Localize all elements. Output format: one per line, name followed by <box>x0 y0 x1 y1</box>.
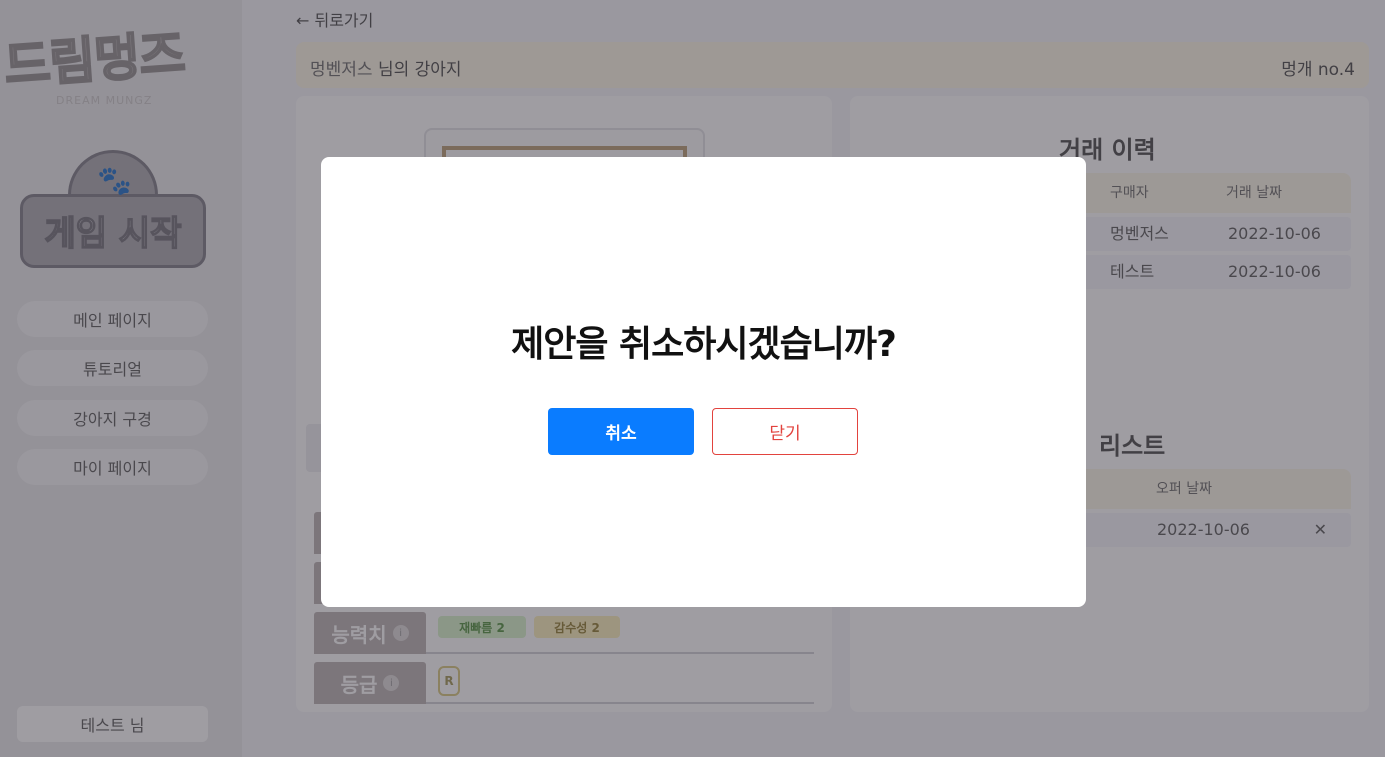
modal-title: 제안을 취소하시겠습니까? <box>511 324 897 365</box>
cancel-offer-modal: 제안을 취소하시겠습니까? 취소 닫기 <box>321 157 1086 607</box>
close-modal-button[interactable]: 닫기 <box>712 408 858 455</box>
confirm-cancel-button[interactable]: 취소 <box>548 408 694 455</box>
